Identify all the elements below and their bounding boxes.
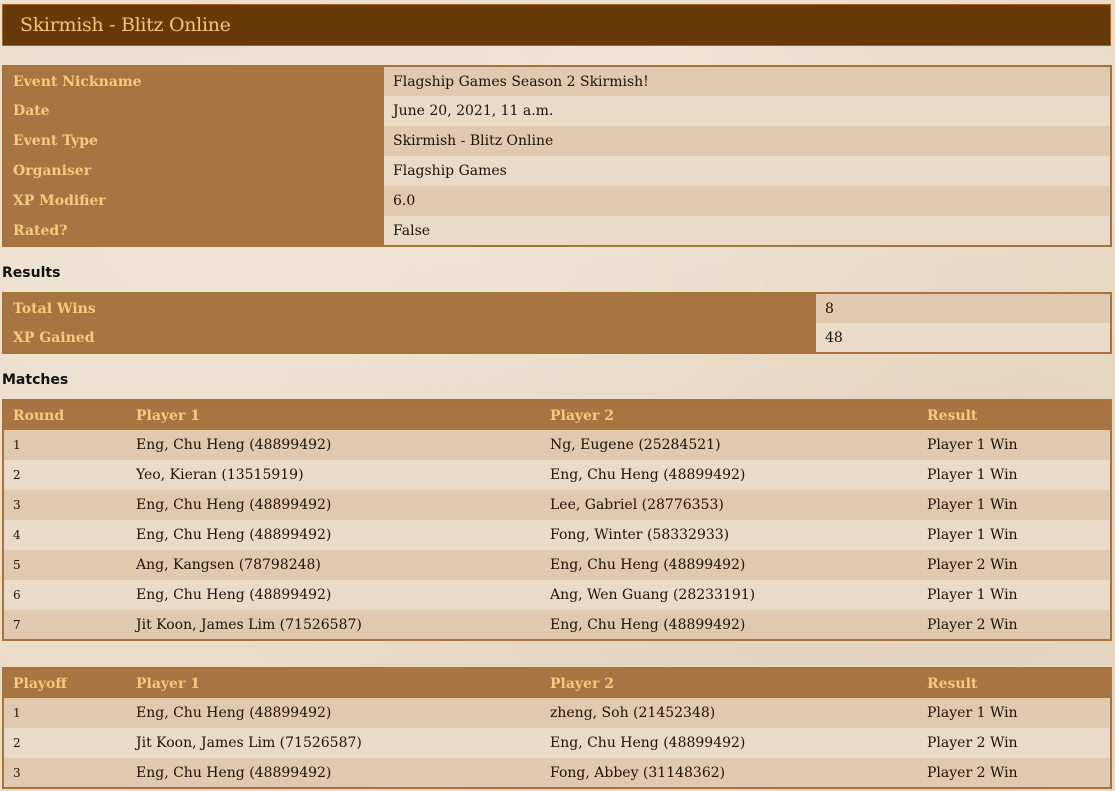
table-row: 1 Eng, Chu Heng (48899492) zheng, Soh (2… xyxy=(3,698,1111,728)
player1-cell: Eng, Chu Heng (48899492) xyxy=(127,490,541,520)
event-row: Organiser Flagship Games xyxy=(3,156,1111,186)
results-label: Total Wins xyxy=(3,293,816,323)
player2-cell: Eng, Chu Heng (48899492) xyxy=(541,460,918,490)
event-label: Organiser xyxy=(3,156,384,186)
page-header: Skirmish - Blitz Online xyxy=(2,4,1111,46)
results-label: XP Gained xyxy=(3,323,816,353)
result-cell: Player 2 Win xyxy=(918,610,1111,640)
round-cell: 3 xyxy=(3,490,127,520)
table-row: 2 Yeo, Kieran (13515919) Eng, Chu Heng (… xyxy=(3,460,1111,490)
event-row: Date June 20, 2021, 11 a.m. xyxy=(3,96,1111,126)
round-cell: 5 xyxy=(3,550,127,580)
matches-table: Round Player 1 Player 2 Result 1 Eng, Ch… xyxy=(2,399,1112,641)
table-row: 3 Eng, Chu Heng (48899492) Lee, Gabriel … xyxy=(3,490,1111,520)
event-label: Date xyxy=(3,96,384,126)
matches-header-row: Round Player 1 Player 2 Result xyxy=(3,400,1111,430)
result-cell: Player 1 Win xyxy=(918,580,1111,610)
event-value: False xyxy=(384,216,1111,246)
event-details-table: Event Nickname Flagship Games Season 2 S… xyxy=(2,65,1112,247)
event-row: Event Nickname Flagship Games Season 2 S… xyxy=(3,66,1111,96)
table-row: 4 Eng, Chu Heng (48899492) Fong, Winter … xyxy=(3,520,1111,550)
player1-cell: Eng, Chu Heng (48899492) xyxy=(127,698,541,728)
column-header-result: Result xyxy=(918,400,1111,430)
table-row: 7 Jit Koon, James Lim (71526587) Eng, Ch… xyxy=(3,610,1111,640)
player1-cell: Eng, Chu Heng (48899492) xyxy=(127,520,541,550)
column-header-playoff: Playoff xyxy=(3,668,127,698)
table-row: 6 Eng, Chu Heng (48899492) Ang, Wen Guan… xyxy=(3,580,1111,610)
column-header-player2: Player 2 xyxy=(541,400,918,430)
column-header-player1: Player 1 xyxy=(127,668,541,698)
result-cell: Player 1 Win xyxy=(918,520,1111,550)
player1-cell: Yeo, Kieran (13515919) xyxy=(127,460,541,490)
round-cell: 6 xyxy=(3,580,127,610)
table-row: 5 Ang, Kangsen (78798248) Eng, Chu Heng … xyxy=(3,550,1111,580)
event-row: XP Modifier 6.0 xyxy=(3,186,1111,216)
player2-cell: Lee, Gabriel (28776353) xyxy=(541,490,918,520)
result-cell: Player 1 Win xyxy=(918,460,1111,490)
event-label: Rated? xyxy=(3,216,384,246)
playoff-cell: 3 xyxy=(3,758,127,788)
result-cell: Player 2 Win xyxy=(918,758,1111,788)
result-cell: Player 1 Win xyxy=(918,698,1111,728)
player1-cell: Ang, Kangsen (78798248) xyxy=(127,550,541,580)
column-header-round: Round xyxy=(3,400,127,430)
playoff-table: Playoff Player 1 Player 2 Result 1 Eng, … xyxy=(2,667,1112,789)
event-label: XP Modifier xyxy=(3,186,384,216)
result-cell: Player 2 Win xyxy=(918,550,1111,580)
round-cell: 7 xyxy=(3,610,127,640)
result-cell: Player 1 Win xyxy=(918,430,1111,460)
column-header-result: Result xyxy=(918,668,1111,698)
event-label: Event Nickname xyxy=(3,66,384,96)
results-heading: Results xyxy=(2,265,61,281)
player1-cell: Jit Koon, James Lim (71526587) xyxy=(127,728,541,758)
results-table: Total Wins 8 XP Gained 48 xyxy=(2,292,1112,354)
player2-cell: Fong, Winter (58332933) xyxy=(541,520,918,550)
round-cell: 4 xyxy=(3,520,127,550)
playoff-header-row: Playoff Player 1 Player 2 Result xyxy=(3,668,1111,698)
playoff-cell: 2 xyxy=(3,728,127,758)
event-value: 6.0 xyxy=(384,186,1111,216)
round-cell: 1 xyxy=(3,430,127,460)
results-row: XP Gained 48 xyxy=(3,323,1111,353)
player1-cell: Eng, Chu Heng (48899492) xyxy=(127,758,541,788)
playoff-cell: 1 xyxy=(3,698,127,728)
round-cell: 2 xyxy=(3,460,127,490)
event-row: Event Type Skirmish - Blitz Online xyxy=(3,126,1111,156)
player2-cell: Ng, Eugene (25284521) xyxy=(541,430,918,460)
column-header-player2: Player 2 xyxy=(541,668,918,698)
event-value: June 20, 2021, 11 a.m. xyxy=(384,96,1111,126)
table-row: 2 Jit Koon, James Lim (71526587) Eng, Ch… xyxy=(3,728,1111,758)
player1-cell: Eng, Chu Heng (48899492) xyxy=(127,580,541,610)
player2-cell: Fong, Abbey (31148362) xyxy=(541,758,918,788)
player2-cell: Ang, Wen Guang (28233191) xyxy=(541,580,918,610)
player1-cell: Eng, Chu Heng (48899492) xyxy=(127,430,541,460)
event-value: Flagship Games Season 2 Skirmish! xyxy=(384,66,1111,96)
results-value: 48 xyxy=(816,323,1111,353)
event-value: Skirmish - Blitz Online xyxy=(384,126,1111,156)
player2-cell: Eng, Chu Heng (48899492) xyxy=(541,728,918,758)
player2-cell: Eng, Chu Heng (48899492) xyxy=(541,550,918,580)
page-title: Skirmish - Blitz Online xyxy=(20,14,231,36)
matches-heading: Matches xyxy=(2,372,69,388)
event-value: Flagship Games xyxy=(384,156,1111,186)
player1-cell: Jit Koon, James Lim (71526587) xyxy=(127,610,541,640)
column-header-player1: Player 1 xyxy=(127,400,541,430)
results-row: Total Wins 8 xyxy=(3,293,1111,323)
event-row: Rated? False xyxy=(3,216,1111,246)
player2-cell: Eng, Chu Heng (48899492) xyxy=(541,610,918,640)
result-cell: Player 2 Win xyxy=(918,728,1111,758)
player2-cell: zheng, Soh (21452348) xyxy=(541,698,918,728)
event-label: Event Type xyxy=(3,126,384,156)
table-row: 1 Eng, Chu Heng (48899492) Ng, Eugene (2… xyxy=(3,430,1111,460)
results-value: 8 xyxy=(816,293,1111,323)
table-row: 3 Eng, Chu Heng (48899492) Fong, Abbey (… xyxy=(3,758,1111,788)
result-cell: Player 1 Win xyxy=(918,490,1111,520)
